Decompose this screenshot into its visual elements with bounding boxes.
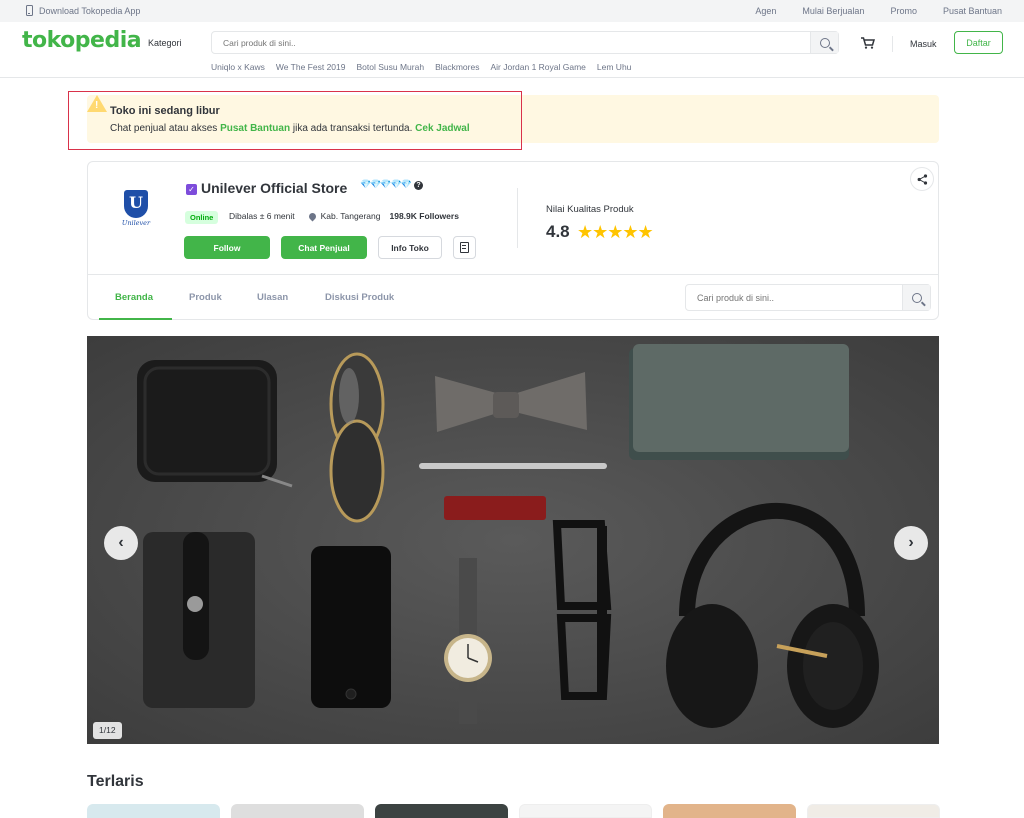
top-link-pusat-bantuan[interactable]: Pusat Bantuan	[943, 6, 1002, 16]
active-tab-indicator	[99, 318, 172, 320]
shop-location: Kab. Tangerang	[320, 211, 381, 221]
followers-count: 198.9K Followers	[389, 211, 459, 221]
quality-label: Nilai Kualitas Produk	[546, 204, 634, 215]
quality-score: 4.8	[546, 222, 570, 241]
carousel-counter: 1/12	[93, 722, 122, 739]
register-button[interactable]: Daftar	[954, 31, 1003, 54]
top-link-mulai-berjualan[interactable]: Mulai Berjualan	[802, 6, 864, 16]
download-app-link[interactable]: Download Tokopedia App	[26, 5, 140, 16]
shop-name: Unilever Official Store	[201, 180, 348, 196]
global-search-button[interactable]	[810, 32, 838, 53]
tab-produk[interactable]: Produk	[189, 292, 222, 303]
tab-diskusi-produk[interactable]: Diskusi Produk	[325, 292, 394, 303]
top-link-promo[interactable]: Promo	[890, 6, 917, 16]
top-links: Agen Mulai Berjualan Promo Pusat Bantuan	[729, 6, 1002, 16]
shop-meta: Dibalas ± 6 menit Kab. Tangerang 198.9K …	[229, 211, 459, 221]
product-card[interactable]	[231, 804, 364, 818]
phone-icon	[26, 5, 33, 16]
global-search-bar	[211, 31, 839, 54]
product-card[interactable]	[807, 804, 940, 818]
carousel-next-button[interactable]: ›	[894, 526, 928, 560]
online-status-badge: Online	[185, 211, 219, 224]
unilever-logo-mark: U	[124, 190, 148, 218]
reply-time: Dibalas ± 6 menit	[229, 211, 295, 221]
unilever-logo-word: Unilever	[121, 219, 151, 227]
chat-seller-button[interactable]: Chat Penjual	[281, 236, 367, 259]
product-card[interactable]	[375, 804, 508, 818]
product-card[interactable]	[87, 804, 220, 818]
carousel-prev-button[interactable]: ‹	[104, 526, 138, 560]
highlight-box	[68, 91, 522, 150]
help-icon[interactable]: ?	[414, 181, 423, 190]
top-bar: Download Tokopedia App Agen Mulai Berjua…	[0, 0, 1024, 22]
search-icon	[911, 292, 922, 303]
login-link[interactable]: Masuk	[910, 39, 937, 49]
shop-banner-carousel[interactable]: ‹ › 1/12	[87, 336, 939, 744]
download-app-label: Download Tokopedia App	[39, 5, 141, 16]
tab-ulasan[interactable]: Ulasan	[257, 292, 288, 303]
quick-link[interactable]: Botol Susu Murah	[356, 62, 424, 72]
rating-stars-icon: ★★★★★	[577, 222, 654, 242]
shop-tier-diamond-icon: 💎💎💎💎💎	[360, 179, 412, 189]
section-title-terlaris: Terlaris	[87, 773, 144, 790]
quick-link[interactable]: We The Fest 2019	[276, 62, 346, 72]
shop-header-card: U Unilever ✓ Unilever Official Store 💎💎💎…	[87, 161, 939, 320]
shop-info-button[interactable]: Info Toko	[378, 236, 442, 259]
shop-search-bar	[685, 284, 931, 311]
tabs-separator	[88, 274, 938, 275]
product-card[interactable]	[519, 804, 652, 818]
header-divider	[892, 36, 893, 52]
clipboard-icon	[460, 242, 469, 253]
tab-beranda[interactable]: Beranda	[115, 292, 153, 303]
card-divider	[517, 188, 518, 248]
shop-logo[interactable]: U Unilever	[114, 190, 158, 230]
shop-search-button[interactable]	[902, 285, 930, 310]
share-glyph	[917, 173, 927, 185]
quick-link[interactable]: Blackmores	[435, 62, 479, 72]
share-icon[interactable]	[910, 167, 934, 191]
location-pin-icon	[307, 211, 318, 221]
search-icon	[819, 37, 830, 48]
follow-button[interactable]: Follow	[184, 236, 270, 259]
popular-search-links: Uniqlo x Kaws We The Fest 2019 Botol Sus…	[211, 62, 642, 72]
kategori-menu[interactable]: Kategori	[148, 38, 182, 48]
quick-link[interactable]: Air Jordan 1 Royal Game	[490, 62, 585, 72]
global-search-input[interactable]	[212, 32, 810, 53]
shop-search-input[interactable]	[686, 285, 904, 310]
top-link-agen[interactable]: Agen	[755, 6, 776, 16]
main-header: tokopedia Kategori Uniqlo x Kaws We The …	[0, 22, 1024, 78]
cart-icon[interactable]	[861, 37, 875, 49]
tokopedia-logo[interactable]: tokopedia	[22, 28, 142, 53]
quick-link[interactable]: Uniqlo x Kaws	[211, 62, 265, 72]
quick-link[interactable]: Lem Uhu	[597, 62, 632, 72]
product-card[interactable]	[663, 804, 796, 818]
official-store-badge-icon: ✓	[186, 184, 197, 195]
banner-image	[87, 336, 939, 744]
shop-notes-button[interactable]	[453, 236, 476, 259]
